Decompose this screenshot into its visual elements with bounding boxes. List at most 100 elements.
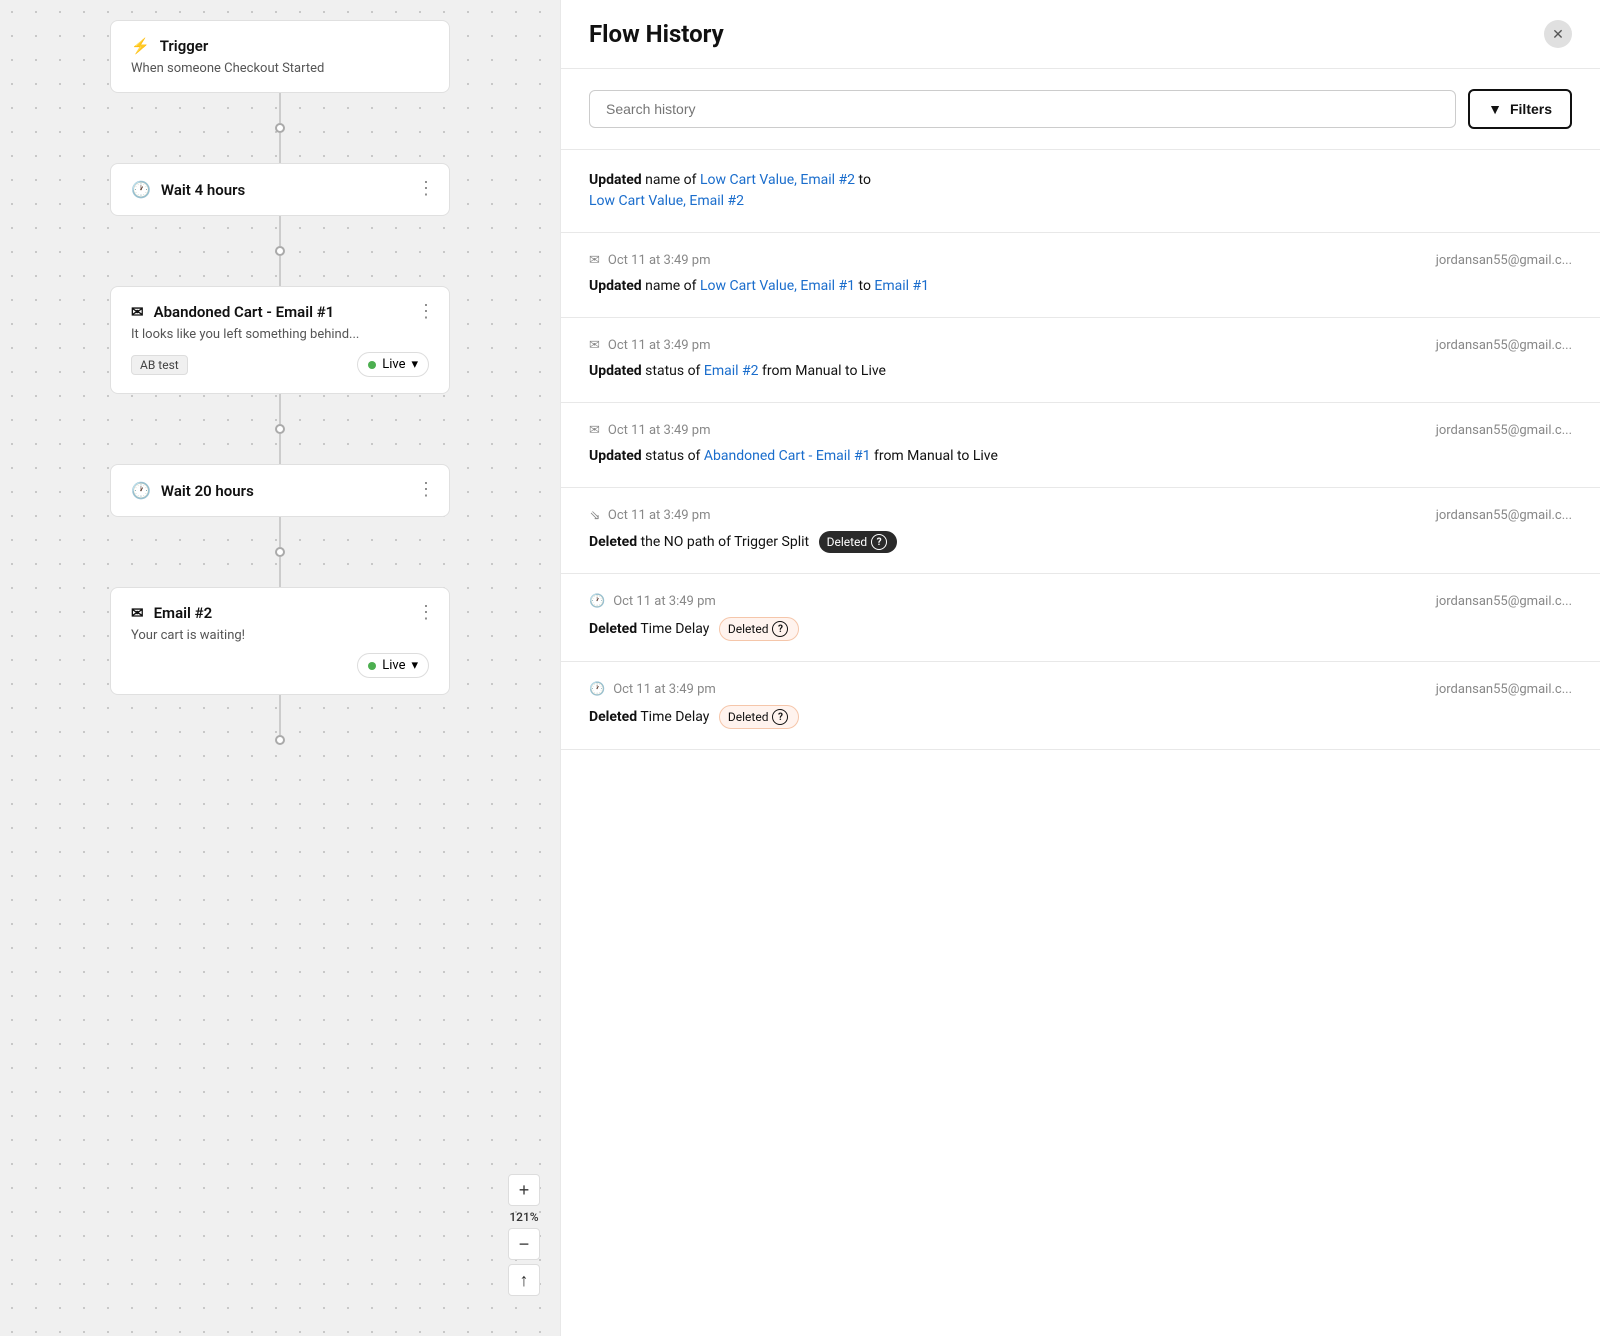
action-bold-2: Updated <box>589 278 642 294</box>
action-bold-4: Updated <box>589 448 642 464</box>
email-icon-2: ✉ <box>131 604 144 622</box>
email-1-subtitle: It looks like you left something behind.… <box>131 327 429 342</box>
connector-3 <box>275 394 285 464</box>
meta-time-6: Oct 11 at 3:49 pm <box>613 594 716 609</box>
history-text-4: Updated status of Abandoned Cart - Email… <box>589 446 1572 467</box>
meta-icon-clock-6: 🕐 <box>589 594 605 609</box>
filter-button[interactable]: ▼ Filters <box>1468 89 1572 129</box>
meta-user-6: jordansan55@gmail.c... <box>1436 594 1572 609</box>
zoom-controls: + 121% − ↑ <box>508 1174 540 1296</box>
history-item: Updated name of Low Cart Value, Email #2… <box>561 150 1600 233</box>
wait-20-hours-header: 🕐 Wait 20 hours <box>131 481 429 500</box>
wait-4-hours-header: 🕐 Wait 4 hours <box>131 180 429 199</box>
meta-icon-clock-7: 🕐 <box>589 682 605 697</box>
history-item: ✉ Oct 11 at 3:49 pm jordansan55@gmail.c.… <box>561 403 1600 488</box>
email-1-node[interactable]: ✉ Abandoned Cart - Email #1 It looks lik… <box>110 286 450 394</box>
deleted-badge-dark-5: Deleted ? <box>819 531 898 553</box>
trigger-node-header: ⚡ Trigger <box>131 37 429 55</box>
email-2-node[interactable]: ✉ Email #2 Your cart is waiting! Live ▾ … <box>110 587 450 695</box>
email-1-menu[interactable]: ⋮ <box>417 301 435 322</box>
deleted-badge-light-7: Deleted ? <box>719 705 800 729</box>
action-bold-3: Updated <box>589 363 642 379</box>
action-bold-5: Deleted <box>589 534 637 550</box>
history-text-plain-1: name of <box>645 172 700 188</box>
deleted-badge-light-6: Deleted ? <box>719 617 800 641</box>
wait-20-hours-menu[interactable]: ⋮ <box>417 479 435 500</box>
history-text-7: Deleted Time Delay Deleted ? <box>589 705 1572 729</box>
wait-4-hours-node[interactable]: 🕐 Wait 4 hours ⋮ <box>110 163 450 216</box>
history-link-3[interactable]: Low Cart Value, Email #1 <box>700 278 855 294</box>
connector-4 <box>275 517 285 587</box>
chevron-down-icon-1: ▾ <box>411 357 418 372</box>
clock-icon-1: 🕐 <box>131 180 151 199</box>
email-2-header: ✉ Email #2 <box>131 604 429 622</box>
email-1-status-label: Live <box>382 357 405 372</box>
trigger-node[interactable]: ⚡ Trigger When someone Checkout Started <box>110 20 450 93</box>
meta-user-5: jordansan55@gmail.c... <box>1436 508 1572 523</box>
history-text-6: Deleted Time Delay Deleted ? <box>589 617 1572 641</box>
meta-time-5: Oct 11 at 3:49 pm <box>608 508 711 523</box>
meta-user-2: jordansan55@gmail.c... <box>1436 253 1572 268</box>
search-bar-row: ▼ Filters <box>561 69 1600 150</box>
filter-label: Filters <box>1510 101 1552 117</box>
help-icon-7: ? <box>772 709 788 725</box>
history-link-1[interactable]: Low Cart Value, Email #2 <box>700 172 855 188</box>
live-dot-2 <box>368 662 376 670</box>
email-1-header: ✉ Abandoned Cart - Email #1 <box>131 303 429 321</box>
meta-time-3: Oct 11 at 3:49 pm <box>608 338 711 353</box>
search-input[interactable] <box>589 90 1456 128</box>
history-link-5[interactable]: Email #2 <box>704 363 759 379</box>
flow-nodes: ⚡ Trigger When someone Checkout Started … <box>0 0 560 765</box>
history-list: Updated name of Low Cart Value, Email #2… <box>561 150 1600 1336</box>
chevron-down-icon-2: ▾ <box>411 658 418 673</box>
history-meta-6: 🕐 Oct 11 at 3:49 pm jordansan55@gmail.c.… <box>589 594 1572 609</box>
email-1-status[interactable]: Live ▾ <box>357 352 429 377</box>
email-1-tags: AB test Live ▾ <box>131 352 429 377</box>
filter-icon: ▼ <box>1488 101 1502 117</box>
history-link-6[interactable]: Abandoned Cart - Email #1 <box>704 448 871 464</box>
history-link-2[interactable]: Low Cart Value, Email #2 <box>589 193 744 209</box>
email-2-title: Email #2 <box>154 604 213 622</box>
deleted-badge-text-6: Deleted <box>728 620 769 638</box>
connector-5 <box>279 695 281 735</box>
history-text-3: Updated status of Email #2 from Manual t… <box>589 361 1572 382</box>
close-icon: ✕ <box>1552 26 1564 43</box>
help-icon-5: ? <box>871 534 887 550</box>
history-meta-5: ⇗ Oct 11 at 3:49 pm jordansan55@gmail.c.… <box>589 508 1572 523</box>
meta-time-2: Oct 11 at 3:49 pm <box>608 253 711 268</box>
history-link-4[interactable]: Email #1 <box>874 278 929 294</box>
ab-test-tag: AB test <box>131 355 188 375</box>
meta-icon-email-3: ✉ <box>589 338 600 353</box>
zoom-reset-button[interactable]: ↑ <box>508 1264 540 1296</box>
action-bold-1: Updated <box>589 172 642 188</box>
flow-canvas: ⚡ Trigger When someone Checkout Started … <box>0 0 560 1336</box>
history-meta-3: ✉ Oct 11 at 3:49 pm jordansan55@gmail.c.… <box>589 338 1572 353</box>
wait-20-hours-node[interactable]: 🕐 Wait 20 hours ⋮ <box>110 464 450 517</box>
connector-1 <box>275 93 285 163</box>
meta-time-7: Oct 11 at 3:49 pm <box>613 682 716 697</box>
deleted-badge-text-5: Deleted <box>827 533 868 551</box>
meta-user-7: jordansan55@gmail.c... <box>1436 682 1572 697</box>
meta-icon-email-4: ✉ <box>589 423 600 438</box>
history-meta-7: 🕐 Oct 11 at 3:49 pm jordansan55@gmail.c.… <box>589 682 1572 697</box>
history-item: ⇗ Oct 11 at 3:49 pm jordansan55@gmail.c.… <box>561 488 1600 574</box>
email-2-tags: Live ▾ <box>131 653 429 678</box>
history-text-1: Updated name of Low Cart Value, Email #2… <box>589 170 1572 212</box>
flow-history-panel: Flow History ✕ ▼ Filters Updated name of… <box>560 0 1600 1336</box>
panel-title: Flow History <box>589 20 724 48</box>
email-2-status-label: Live <box>382 658 405 673</box>
history-item: ✉ Oct 11 at 3:49 pm jordansan55@gmail.c.… <box>561 233 1600 318</box>
email-2-menu[interactable]: ⋮ <box>417 602 435 623</box>
history-text-2: Updated name of Low Cart Value, Email #1… <box>589 276 1572 297</box>
wait-4-hours-menu[interactable]: ⋮ <box>417 178 435 199</box>
meta-user-3: jordansan55@gmail.c... <box>1436 338 1572 353</box>
wait-20-hours-title: Wait 20 hours <box>161 482 254 500</box>
help-icon-6: ? <box>772 621 788 637</box>
email-2-status[interactable]: Live ▾ <box>357 653 429 678</box>
meta-icon-email-2: ✉ <box>589 253 600 268</box>
zoom-out-button[interactable]: − <box>508 1228 540 1260</box>
close-button[interactable]: ✕ <box>1544 20 1572 48</box>
deleted-badge-text-7: Deleted <box>728 708 769 726</box>
zoom-in-button[interactable]: + <box>508 1174 540 1206</box>
email-icon-1: ✉ <box>131 303 144 321</box>
